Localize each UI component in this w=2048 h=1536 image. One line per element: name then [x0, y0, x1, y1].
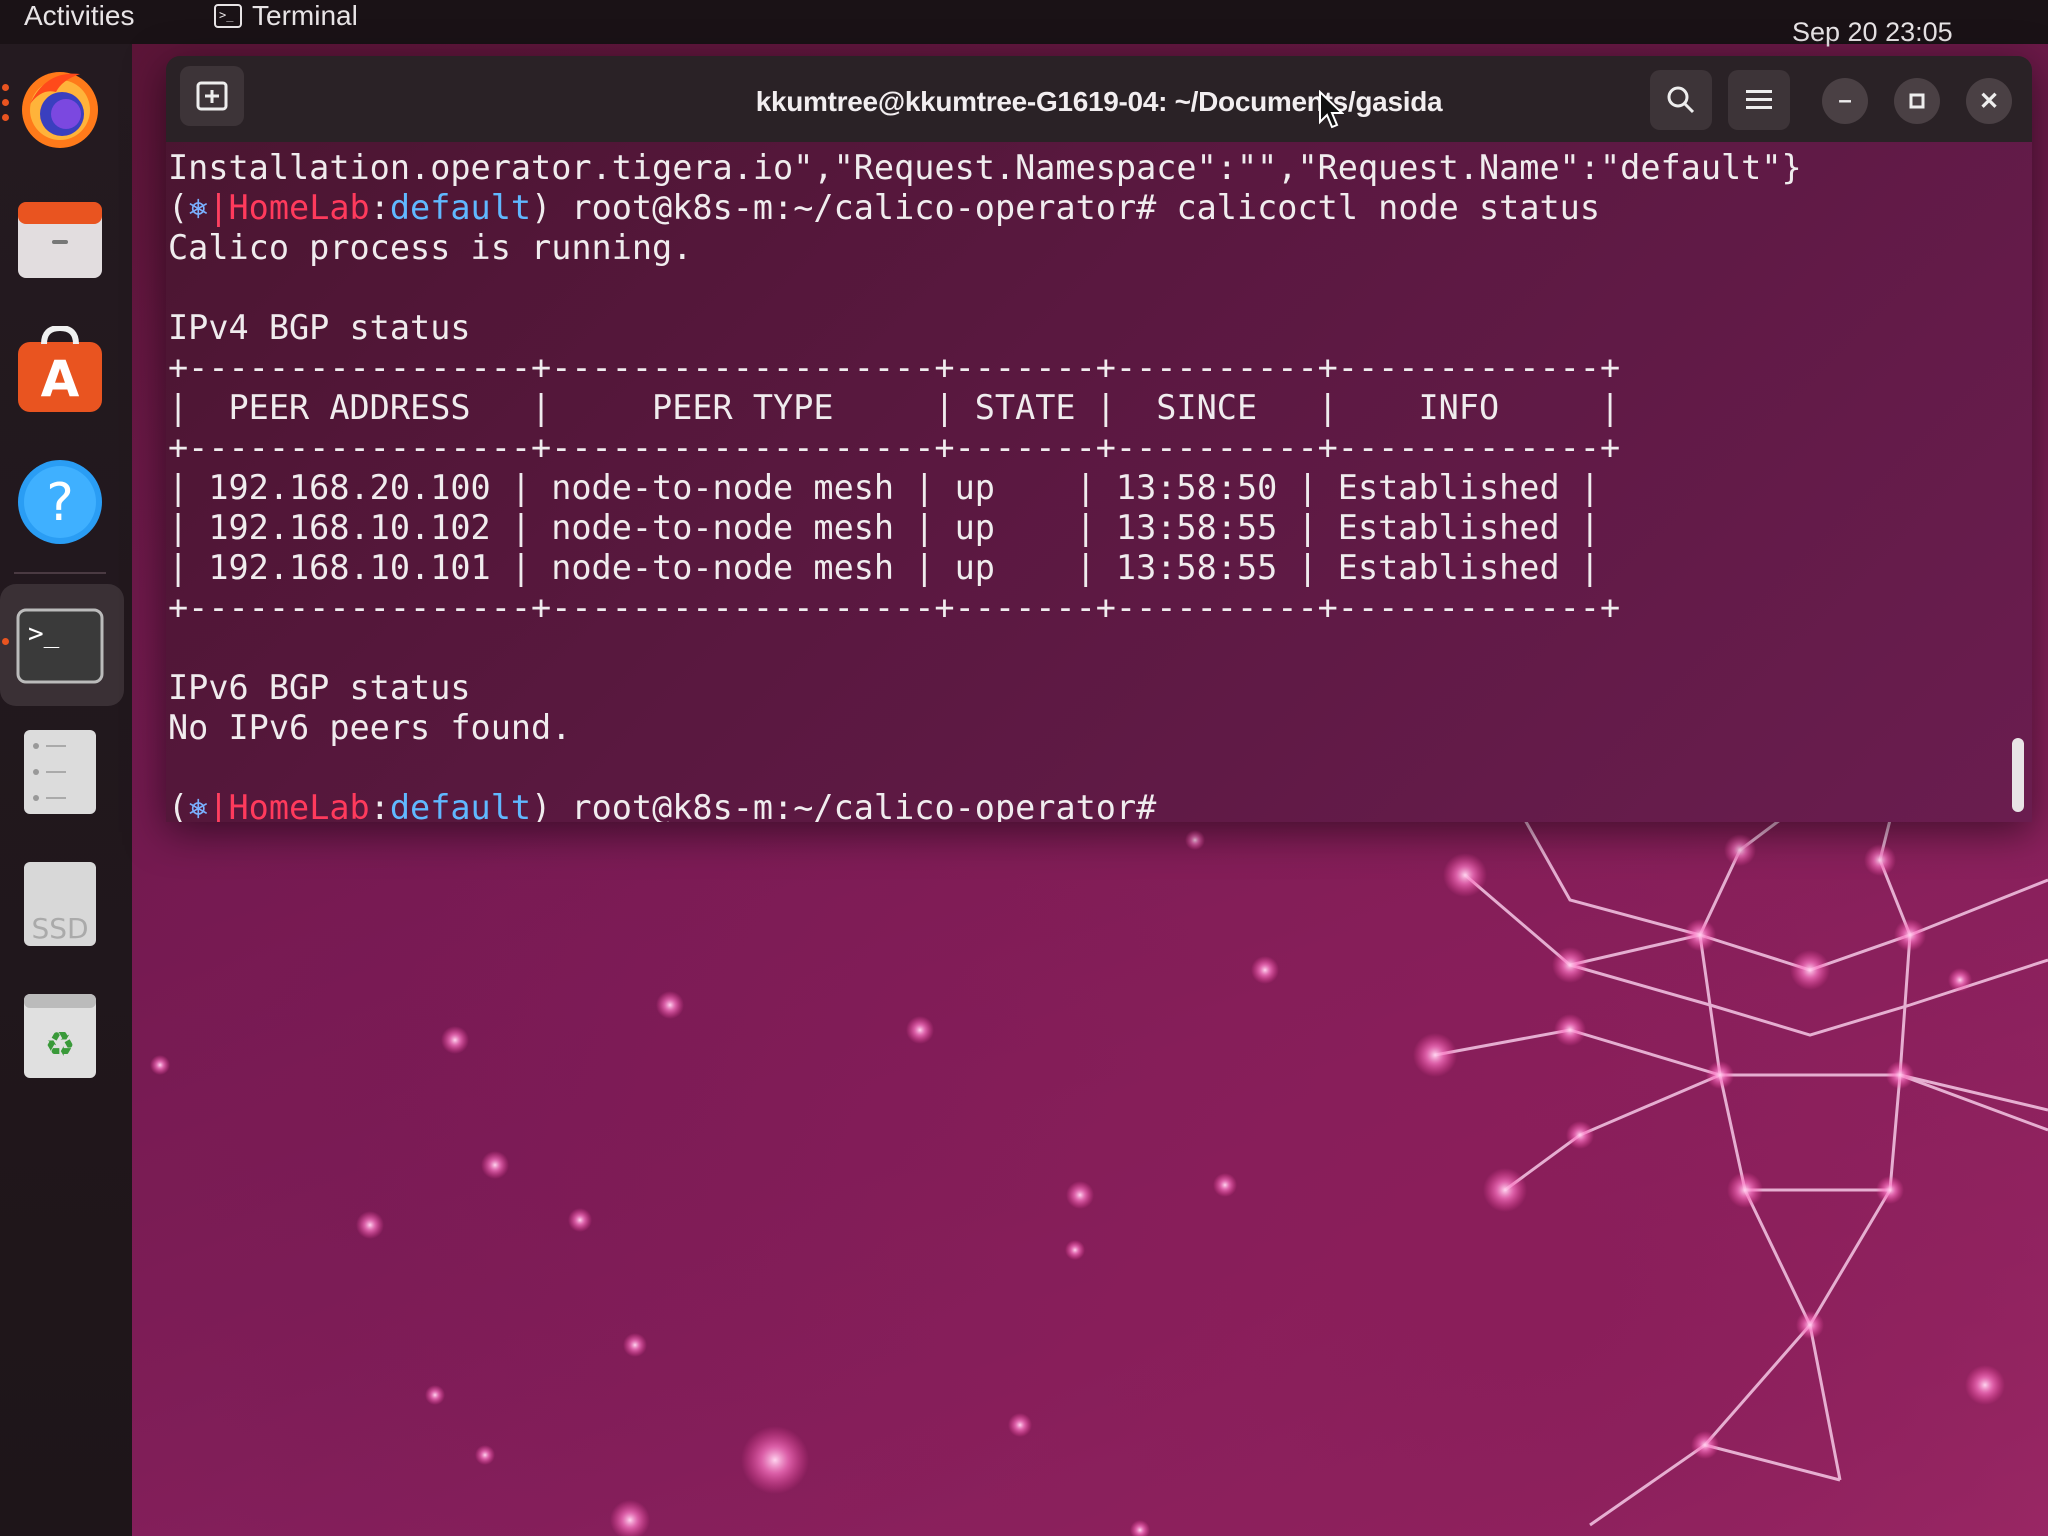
clock[interactable]: Sep 20 23:05: [1792, 14, 1953, 50]
mouse-pointer-icon: [1319, 90, 1344, 129]
running-indicator: [2, 638, 9, 645]
dock-item-ssd[interactable]: SSD: [14, 858, 106, 950]
dock-item-terminal[interactable]: >_: [14, 600, 106, 692]
svg-text:>_: >_: [28, 619, 60, 649]
dock-item-files[interactable]: [14, 194, 106, 286]
maximize-icon: [1909, 93, 1925, 109]
activities-button[interactable]: Activities: [24, 0, 134, 32]
server-icon: [24, 730, 96, 814]
software-icon: A: [18, 326, 102, 412]
running-indicator: [2, 114, 9, 121]
kubernetes-helm-icon: ⎈: [188, 188, 209, 227]
svg-text:?: ?: [46, 473, 74, 533]
prompt-namespace: default: [389, 788, 532, 822]
top-bar: Activities >_ Terminal Sep 20 23:05: [0, 0, 2048, 47]
search-icon: [1667, 86, 1695, 114]
command-text: calicoctl node status: [1176, 188, 1601, 227]
kubernetes-helm-icon: ⎈: [188, 788, 209, 822]
table-border: +-----------------+-------------------+-…: [168, 428, 1621, 467]
close-button[interactable]: ✕: [1966, 78, 2012, 124]
output-line: Calico process is running.: [168, 228, 693, 267]
table-row: | 192.168.20.100 | node-to-node mesh | u…: [168, 468, 1600, 507]
window-titlebar[interactable]: kkumtree@kkumtree-G1619-04: ~/Documents/…: [166, 56, 2032, 142]
prompt-namespace: default: [389, 188, 532, 227]
output-line: Installation.operator.tigera.io","Reques…: [168, 148, 1802, 187]
output-line: IPv6 BGP status: [168, 668, 471, 707]
minimize-button[interactable]: –: [1822, 78, 1868, 124]
table-border: +-----------------+-------------------+-…: [168, 348, 1621, 387]
terminal-app-icon: >_: [214, 4, 242, 28]
scrollbar-thumb[interactable]: [2012, 738, 2024, 812]
dock: A ? >_ SSD ♻: [0, 44, 132, 1536]
desktop: Activities >_ Terminal Sep 20 23:05 A ? …: [0, 0, 2048, 1536]
table-row: | 192.168.10.101 | node-to-node mesh | u…: [168, 548, 1600, 587]
app-menu-label: Terminal: [252, 0, 358, 31]
table-border: +-----------------+-------------------+-…: [168, 588, 1621, 627]
dock-item-software[interactable]: A: [14, 324, 106, 416]
prompt-cluster: HomeLab: [228, 788, 370, 822]
terminal-icon: >_: [16, 608, 104, 684]
dock-item-firefox[interactable]: [14, 62, 106, 154]
running-indicator: [2, 99, 9, 106]
prompt-cluster: HomeLab: [228, 188, 370, 227]
dock-item-server[interactable]: [14, 726, 106, 818]
ssd-icon: SSD: [24, 862, 96, 946]
svg-text:A: A: [41, 350, 80, 408]
maximize-button[interactable]: [1894, 78, 1940, 124]
firefox-icon: [22, 72, 98, 148]
prompt-line: (⎈|HomeLab:default) root@k8s-m:~/calico-…: [168, 788, 1176, 822]
dock-item-help[interactable]: ?: [14, 456, 106, 548]
minimize-icon: –: [1838, 87, 1852, 114]
svg-text:SSD: SSD: [31, 912, 88, 945]
table-header: | PEER ADDRESS | PEER TYPE | STATE | SIN…: [168, 388, 1621, 427]
output-line: IPv4 BGP status: [168, 308, 471, 347]
output-line: No IPv6 peers found.: [168, 708, 572, 747]
close-icon: ✕: [1978, 87, 2000, 115]
dock-item-trash[interactable]: ♻: [14, 990, 106, 1082]
help-icon: ?: [18, 460, 102, 544]
terminal-output[interactable]: Installation.operator.tigera.io","Reques…: [168, 142, 2008, 822]
hamburger-menu-icon: [1746, 90, 1772, 109]
search-button[interactable]: [1650, 70, 1712, 130]
running-indicator: [2, 84, 9, 91]
app-menu[interactable]: >_ Terminal: [214, 0, 358, 32]
terminal-window[interactable]: kkumtree@kkumtree-G1619-04: ~/Documents/…: [166, 56, 2032, 822]
files-icon: [18, 202, 102, 278]
menu-button[interactable]: [1728, 70, 1790, 130]
svg-text:♻: ♻: [45, 1025, 75, 1065]
prompt-line: (⎈|HomeLab:default) root@k8s-m:~/calico-…: [168, 188, 1601, 227]
trash-icon: ♻: [24, 994, 96, 1078]
dock-separator: [14, 572, 106, 574]
table-row: | 192.168.10.102 | node-to-node mesh | u…: [168, 508, 1600, 547]
